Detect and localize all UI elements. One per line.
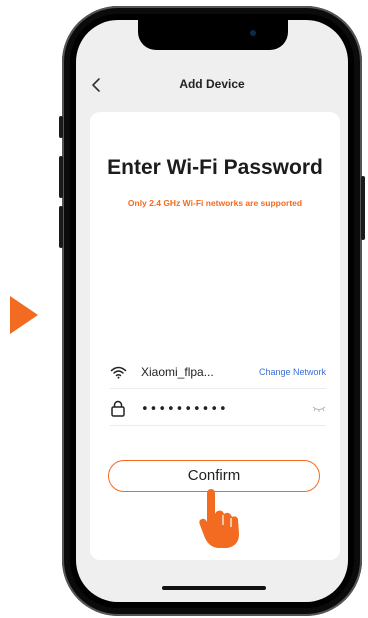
network-ssid: Xiaomi_flpa... bbox=[141, 365, 214, 379]
eye-off-icon[interactable] bbox=[312, 405, 326, 413]
page-title: Add Device bbox=[179, 77, 245, 91]
phone-bezel: Add Device Enter Wi-Fi Password Only 2.4… bbox=[70, 14, 354, 608]
tap-hand-icon bbox=[199, 489, 239, 548]
password-field[interactable] bbox=[141, 399, 271, 419]
lock-icon bbox=[111, 400, 125, 417]
card-subtitle: Only 2.4 GHz Wi-Fi networks are supporte… bbox=[127, 198, 303, 208]
password-row bbox=[110, 399, 326, 426]
volume-up-button bbox=[59, 156, 63, 198]
mute-switch bbox=[59, 116, 63, 138]
home-indicator[interactable] bbox=[162, 586, 266, 590]
play-arrow-icon bbox=[10, 296, 38, 334]
wifi-card: Enter Wi-Fi Password Only 2.4 GHz Wi-Fi … bbox=[90, 112, 340, 560]
card-title: Enter Wi-Fi Password bbox=[107, 156, 323, 179]
notch bbox=[138, 20, 288, 50]
wifi-icon bbox=[110, 366, 127, 379]
phone-frame: Add Device Enter Wi-Fi Password Only 2.4… bbox=[59, 6, 365, 616]
network-row: Xiaomi_flpa... Change Network bbox=[110, 362, 326, 389]
camera-icon bbox=[250, 30, 256, 36]
power-button bbox=[361, 176, 365, 240]
change-network-link[interactable]: Change Network bbox=[259, 367, 326, 377]
volume-down-button bbox=[59, 206, 63, 248]
navigation-bar: Add Device bbox=[76, 72, 348, 98]
phone-screen: Add Device Enter Wi-Fi Password Only 2.4… bbox=[76, 20, 348, 602]
